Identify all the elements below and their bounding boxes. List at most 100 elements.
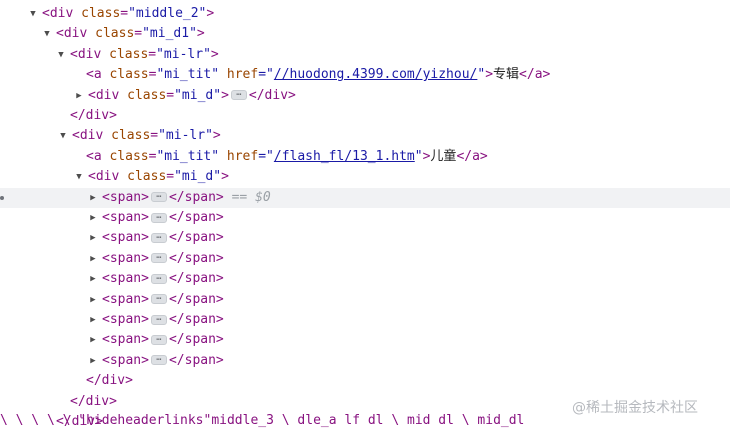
open-tag: <span> <box>102 210 149 225</box>
tree-row-content: <div class="middle_2"> <box>42 4 214 24</box>
tree-row[interactable]: ▼ <div class="middle_2"> <box>0 4 730 24</box>
ellipsis-icon[interactable]: ⋯ <box>150 355 167 366</box>
ellipsis-icon[interactable]: ⋯ <box>150 334 167 345</box>
end-tag: </span> <box>168 352 224 368</box>
expand-toggle-icon[interactable]: ▶ <box>88 351 98 371</box>
equals-sign: = <box>134 26 143 42</box>
tree-row-content: <div class="mi-lr"> <box>72 126 221 146</box>
attribute-value: "mi-lr" <box>158 128 213 144</box>
tree-row-selected[interactable]: ▶ <span> ⋯ </span> == $0 <box>0 187 730 208</box>
tree-row[interactable]: ▶ <span> ⋯ </span> <box>0 228 730 248</box>
ellipsis-icon[interactable]: ⋯ <box>150 294 167 305</box>
tree-row[interactable]: ▼ <div class="mi_d1"> <box>0 24 730 44</box>
expand-toggle-icon[interactable]: ▶ <box>88 310 98 330</box>
tag-close-bracket: > <box>485 67 494 83</box>
end-tag: </div> <box>248 87 296 103</box>
tree-row[interactable]: ▼ <div class="mi_d"> <box>0 167 730 187</box>
expand-toggle-icon[interactable]: ▼ <box>42 24 52 44</box>
selection-dot-icon <box>0 195 4 200</box>
expand-toggle-icon[interactable]: ▶ <box>88 249 98 269</box>
attribute-quote: =" <box>258 67 274 83</box>
expand-toggle-icon[interactable]: ▶ <box>88 330 98 350</box>
tree-row[interactable]: ▶ <span> ⋯ </span> <box>0 269 730 289</box>
tree-row[interactable]: </div> <box>0 371 730 391</box>
open-tag: <span> <box>102 352 149 368</box>
tree-row[interactable]: </div> <box>0 106 730 126</box>
tree-row[interactable]: ▶ <span> ⋯ </span> <box>0 249 730 269</box>
tag-close-bracket: > <box>221 169 229 185</box>
ellipsis-icon[interactable]: ⋯ <box>150 314 167 325</box>
tree-row[interactable]: <a class="mi_tit" href="/flash_fl/13_1.h… <box>0 147 730 167</box>
expand-toggle-icon[interactable]: ▼ <box>58 126 68 146</box>
tree-row[interactable]: <a class="mi_tit" href="//huodong.4399.c… <box>0 65 730 85</box>
open-tag: <span> <box>102 271 149 287</box>
attribute-value: "mi-lr" <box>156 46 211 62</box>
end-tag: </div> <box>70 393 117 409</box>
attribute-quote: " <box>414 148 423 164</box>
expand-toggle-icon[interactable]: ▶ <box>88 290 98 310</box>
open-tag: <span> <box>102 250 149 266</box>
tag-close-bracket: > <box>221 87 229 103</box>
expand-toggle-icon[interactable]: ▶ <box>74 86 84 106</box>
open-tag: <div <box>70 46 102 62</box>
tree-row[interactable]: ▶ <span> ⋯ </span> <box>0 351 730 371</box>
href-link[interactable]: /flash_fl/13_1.htm <box>274 149 415 164</box>
tree-row[interactable]: ▶ <span> ⋯ </span> <box>0 208 730 228</box>
open-tag: <div <box>42 6 74 21</box>
equals-sign: = <box>150 128 159 144</box>
expand-toggle-icon[interactable]: ▼ <box>28 4 38 24</box>
ellipsis-icon[interactable]: ⋯ <box>150 212 167 223</box>
tree-row[interactable]: ▼ <div class="mi-lr"> <box>0 45 730 65</box>
tree-row-content: </div> <box>70 392 117 412</box>
href-link[interactable]: //huodong.4399.com/yizhou/ <box>274 67 478 82</box>
equals-sign: = <box>148 46 157 62</box>
tree-row-content: <a class="mi_tit" href="/flash_fl/13_1.h… <box>86 147 488 167</box>
ellipsis-icon[interactable]: ⋯ <box>230 90 247 101</box>
equals-sign: = <box>166 169 175 185</box>
open-tag: <a <box>86 67 102 83</box>
open-tag: <span> <box>102 189 149 205</box>
link-text: 专辑 <box>493 67 520 83</box>
tree-row-content: <div class="mi_d1"> <box>56 24 205 44</box>
tag-close-bracket: > <box>212 128 221 144</box>
equals-sign: = <box>166 87 175 103</box>
tree-row-content: <span> ⋯ </span> == $0 <box>102 188 271 208</box>
attribute-name: href <box>226 148 259 164</box>
ellipsis-icon[interactable]: ⋯ <box>150 232 167 243</box>
open-tag: <a <box>86 148 102 164</box>
tree-row-content: <span> ⋯ </span> <box>102 351 224 371</box>
expand-toggle-icon[interactable]: ▶ <box>88 269 98 289</box>
expand-toggle-icon[interactable]: ▼ <box>74 167 84 187</box>
open-tag: <span> <box>102 230 149 246</box>
attribute-value: "mi_d" <box>174 169 222 185</box>
tree-row[interactable]: ▶ <div class="mi_d"> ⋯ </div> <box>0 86 730 106</box>
expand-toggle-icon[interactable]: ▶ <box>88 208 98 228</box>
tree-row[interactable]: ▶ <span> ⋯ </span> <box>0 330 730 350</box>
ellipsis-icon[interactable]: ⋯ <box>150 253 167 264</box>
expand-toggle-icon[interactable]: ▼ <box>56 45 66 65</box>
tree-row[interactable]: ▶ <span> ⋯ </span> <box>0 290 730 310</box>
attribute-name: class <box>127 87 167 103</box>
open-tag: <div <box>88 87 120 103</box>
end-tag: </span> <box>168 230 224 246</box>
end-tag: </span> <box>168 291 224 307</box>
open-tag: <div <box>88 169 120 185</box>
tree-row[interactable]: ▶ <span> ⋯ </span> <box>0 310 730 330</box>
link-text: 儿童 <box>430 148 457 164</box>
ellipsis-icon[interactable]: ⋯ <box>150 192 167 203</box>
tree-row-content: <span> ⋯ </span> <box>102 310 224 330</box>
expand-toggle-icon[interactable]: ▶ <box>88 228 98 248</box>
end-tag: </span> <box>168 271 224 287</box>
attribute-name: class <box>95 26 135 42</box>
tree-row-content: <span> ⋯ </span> <box>102 249 224 269</box>
open-tag: <span> <box>102 312 149 327</box>
end-tag: </span> <box>168 332 224 348</box>
open-tag: <span> <box>102 291 149 307</box>
ellipsis-icon[interactable]: ⋯ <box>150 273 167 284</box>
console-reference: == $0 <box>231 189 271 205</box>
attribute-value: "mi_tit" <box>156 67 220 83</box>
expand-toggle-icon[interactable]: ▶ <box>88 188 98 208</box>
tree-row[interactable]: ▼ <div class="mi-lr"> <box>0 126 730 146</box>
attribute-value: "mi_tit" <box>156 148 220 164</box>
open-tag: <div <box>72 128 104 144</box>
